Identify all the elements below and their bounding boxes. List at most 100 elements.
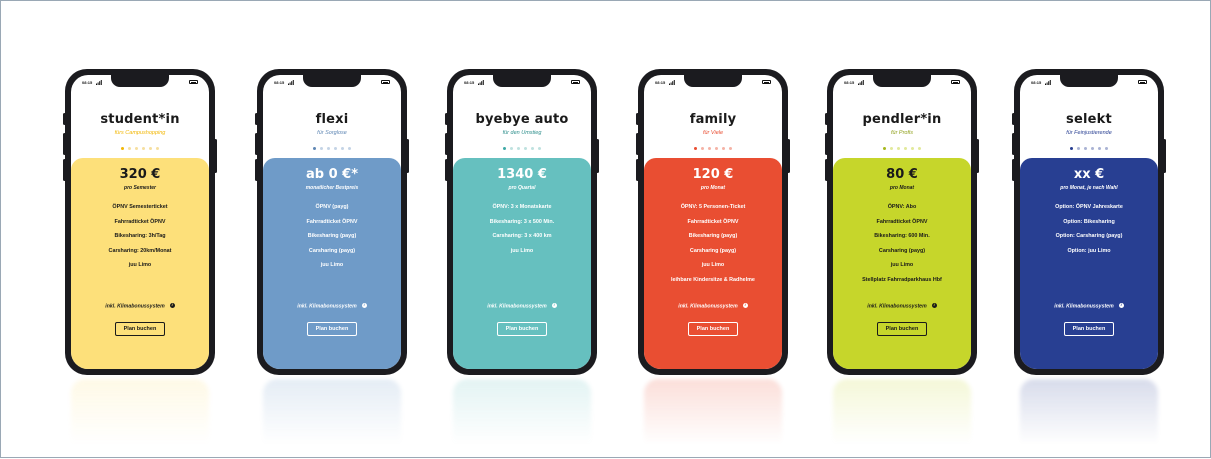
phone-body: 08:15 family für Viele 120 € pro Monat Ö… bbox=[636, 69, 790, 375]
pager-dot[interactable] bbox=[897, 147, 900, 150]
volume-down-button bbox=[636, 159, 639, 181]
power-button bbox=[787, 139, 790, 173]
plan-feature: ÖPNV: 3 x Monatskarte bbox=[492, 204, 552, 210]
pager-dot[interactable] bbox=[918, 147, 921, 150]
plan-card: 1340 € pro Quartal ÖPNV: 3 x Monatskarte… bbox=[453, 158, 591, 369]
info-icon[interactable] bbox=[551, 302, 557, 308]
pager-dot[interactable] bbox=[156, 147, 159, 150]
pager-dot[interactable] bbox=[313, 147, 316, 150]
phone-body: 08:15 student*in fürs Campushopping 320 … bbox=[63, 69, 217, 375]
pager-dot[interactable] bbox=[524, 147, 527, 150]
phone-screen: 08:15 byebye auto für den Umstieg 1340 €… bbox=[453, 75, 591, 369]
volume-down-button bbox=[1012, 159, 1015, 181]
plan-feature: Fahrradticket ÖPNV bbox=[876, 218, 928, 225]
pager-dot[interactable] bbox=[729, 147, 732, 150]
pager-dot[interactable] bbox=[1091, 147, 1094, 150]
plan-feature: Bikesharing: 3h/Tag bbox=[114, 233, 166, 239]
status-time: 08:15 bbox=[274, 80, 285, 85]
pager-dot[interactable] bbox=[149, 147, 152, 150]
phone-screen: 08:15 pendler*in für Profis 80 € pro Mon… bbox=[833, 75, 971, 369]
book-plan-button[interactable]: Plan buchen bbox=[497, 322, 547, 336]
pager-dot[interactable] bbox=[517, 147, 520, 150]
phone-screen: 08:15 flexi für Sorglose ab 0 €* monatli… bbox=[263, 75, 401, 369]
phone-reflection bbox=[833, 379, 971, 445]
info-icon[interactable] bbox=[361, 302, 367, 308]
pager-dot[interactable] bbox=[1077, 147, 1080, 150]
plan-card: 80 € pro Monat ÖPNV: Abo Fahrradticket ÖP… bbox=[833, 158, 971, 369]
volume-down-button bbox=[255, 159, 258, 181]
pager-dot[interactable] bbox=[327, 147, 330, 150]
pager-dot[interactable] bbox=[320, 147, 323, 150]
mute-switch bbox=[255, 113, 258, 125]
pager-dot[interactable] bbox=[701, 147, 704, 150]
pager-dots bbox=[71, 147, 209, 150]
pager-dot[interactable] bbox=[531, 147, 534, 150]
pager-dot[interactable] bbox=[715, 147, 718, 150]
pager-dot[interactable] bbox=[1070, 147, 1073, 150]
pager-dots bbox=[263, 147, 401, 150]
notch bbox=[493, 75, 551, 87]
status-time: 08:15 bbox=[655, 80, 666, 85]
phone-reflection bbox=[263, 379, 401, 445]
plan-price: 320 € bbox=[119, 167, 161, 182]
book-plan-button[interactable]: Plan buchen bbox=[688, 322, 738, 336]
pager-dot[interactable] bbox=[348, 147, 351, 150]
phone-reflection bbox=[644, 379, 782, 445]
plan-features: ÖPNV (payg) Fahrradticket ÖPNV Bikesharing… bbox=[263, 204, 401, 277]
pager-dot[interactable] bbox=[883, 147, 886, 150]
info-icon[interactable] bbox=[169, 302, 175, 308]
pager-dot[interactable] bbox=[708, 147, 711, 150]
pager-dot[interactable] bbox=[890, 147, 893, 150]
pager-dot[interactable] bbox=[510, 147, 513, 150]
info-icon[interactable] bbox=[742, 302, 748, 308]
pager-dot[interactable] bbox=[1105, 147, 1108, 150]
pager-dots bbox=[1020, 147, 1158, 150]
plan-feature: juu Limo bbox=[510, 247, 534, 254]
power-button bbox=[1163, 139, 1166, 173]
plan-price: 1340 € bbox=[497, 167, 547, 182]
pager-dots bbox=[644, 147, 782, 150]
pager-dot[interactable] bbox=[128, 147, 131, 150]
plan-feature: Carsharing (payg) bbox=[689, 247, 737, 254]
pager-dot[interactable] bbox=[142, 147, 145, 150]
pager-dots bbox=[453, 147, 591, 150]
book-plan-button[interactable]: Plan buchen bbox=[877, 322, 927, 336]
pager-dot[interactable] bbox=[722, 147, 725, 150]
mute-switch bbox=[63, 113, 66, 125]
bonus-line: inkl. Klimabonussystem bbox=[644, 302, 782, 310]
bonus-label: inkl. Klimabonussystem bbox=[867, 303, 927, 310]
pager-dot[interactable] bbox=[503, 147, 506, 150]
pager-dot[interactable] bbox=[538, 147, 541, 150]
status-time: 08:15 bbox=[844, 80, 855, 85]
signal-icon bbox=[1045, 80, 1051, 85]
status-time: 08:15 bbox=[1031, 80, 1042, 85]
plan-title: pendler*in bbox=[862, 112, 942, 127]
bonus-label: inkl. Klimabonussystem bbox=[678, 303, 738, 310]
phone-body: 08:15 flexi für Sorglose ab 0 €* monatli… bbox=[255, 69, 409, 375]
plan-subtitle: für Viele bbox=[702, 130, 724, 136]
pager-dot[interactable] bbox=[911, 147, 914, 150]
plan-feature: Carsharing: 20km/Monat bbox=[108, 247, 172, 254]
phone-body: 08:15 pendler*in für Profis 80 € pro Mon… bbox=[825, 69, 979, 375]
info-icon[interactable] bbox=[1118, 302, 1124, 308]
pager-dot[interactable] bbox=[1098, 147, 1101, 150]
battery-icon bbox=[571, 80, 580, 84]
plan-subtitle: fürs Campushopping bbox=[114, 130, 166, 136]
pager-dot[interactable] bbox=[135, 147, 138, 150]
plan-features: Option: ÖPNV Jahreskarte Option: Bikeshar… bbox=[1020, 204, 1158, 262]
pager-dot[interactable] bbox=[121, 147, 124, 150]
book-plan-button[interactable]: Plan buchen bbox=[1064, 322, 1114, 336]
bonus-line: inkl. Klimabonussystem bbox=[263, 302, 401, 310]
pager-dot[interactable] bbox=[694, 147, 697, 150]
book-plan-button[interactable]: Plan buchen bbox=[115, 322, 165, 336]
pager-dot[interactable] bbox=[341, 147, 344, 150]
plan-price-period: pro Monat, je nach Wahl bbox=[1060, 185, 1118, 191]
volume-up-button bbox=[445, 133, 448, 155]
info-icon[interactable] bbox=[931, 302, 937, 308]
battery-icon bbox=[189, 80, 198, 84]
plan-price-period: pro Quartal bbox=[508, 185, 536, 191]
book-plan-button[interactable]: Plan buchen bbox=[307, 322, 357, 336]
pager-dot[interactable] bbox=[1084, 147, 1087, 150]
pager-dot[interactable] bbox=[904, 147, 907, 150]
pager-dot[interactable] bbox=[334, 147, 337, 150]
